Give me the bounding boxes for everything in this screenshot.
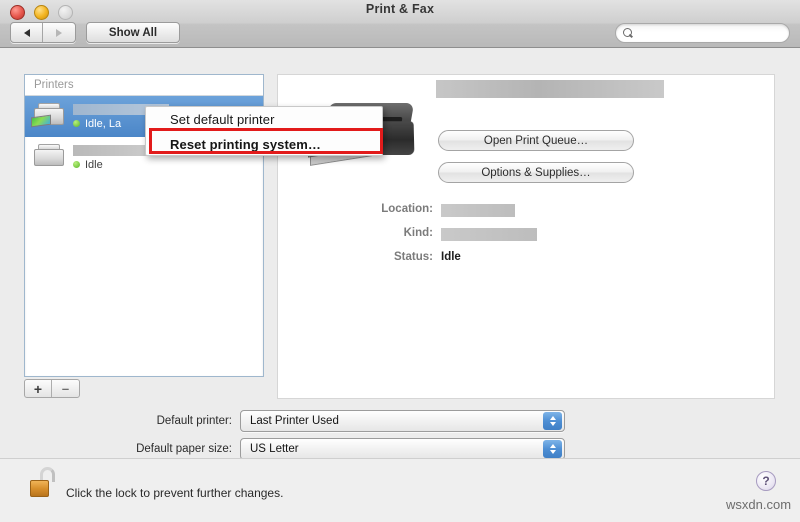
show-all-button[interactable]: Show All: [86, 22, 180, 43]
printer-list-header: Printers: [25, 75, 263, 96]
status-dot-icon: [73, 161, 80, 168]
default-printer-value: Last Printer Used: [250, 415, 339, 427]
default-printer-row: Default printer: Last Printer Used: [157, 410, 565, 432]
printer-status: Idle: [73, 159, 161, 171]
kind-value-redacted: [441, 228, 537, 241]
preferences-body: Printers Idle, La Idle + – Open Print Qu…: [0, 48, 800, 460]
options-and-supplies-button[interactable]: Options & Supplies…: [438, 162, 634, 183]
search-icon: [623, 27, 634, 39]
status-field-row: Status: Idle: [278, 251, 774, 267]
printer-name-redacted-detail: [436, 80, 664, 98]
status-value: Idle: [441, 251, 461, 263]
window-titlebar: Print & Fax Show All: [0, 0, 800, 48]
default-paper-size-row: Default paper size: US Letter: [136, 438, 565, 460]
open-print-queue-button[interactable]: Open Print Queue…: [438, 130, 634, 151]
forward-arrow-icon: [56, 28, 62, 37]
status-dot-icon: [73, 120, 80, 127]
window-title: Print & Fax: [365, 2, 435, 16]
printer-list-buttons: + –: [24, 379, 80, 398]
search-field[interactable]: [615, 23, 790, 43]
preferences-footer: Click the lock to prevent further change…: [0, 458, 800, 522]
help-button[interactable]: ?: [756, 471, 776, 491]
kind-label: Kind:: [403, 227, 433, 239]
default-paper-size-select[interactable]: US Letter: [240, 438, 565, 460]
add-printer-button[interactable]: +: [25, 380, 53, 397]
default-paper-size-value: US Letter: [250, 443, 299, 455]
menu-item-reset-printing-system[interactable]: Reset printing system…: [146, 132, 382, 157]
remove-printer-button[interactable]: –: [52, 380, 79, 397]
back-arrow-icon: [23, 28, 30, 37]
lock-hint-text: Click the lock to prevent further change…: [66, 486, 284, 500]
location-value-redacted: [441, 204, 515, 217]
print-and-fax-window: Print & Fax Show All Printers Idle, La I…: [0, 0, 800, 522]
navigation-segmented-control: [10, 22, 76, 43]
forward-button: [43, 23, 75, 42]
menu-item-set-default-printer[interactable]: Set default printer: [146, 107, 382, 132]
location-label: Location:: [381, 203, 433, 215]
printer-icon: [31, 143, 67, 173]
printer-context-menu[interactable]: Set default printer Reset printing syste…: [145, 106, 383, 156]
default-printer-select[interactable]: Last Printer Used: [240, 410, 565, 432]
location-field-row: Location:: [278, 203, 774, 219]
default-paper-size-label: Default paper size:: [136, 443, 232, 455]
stepper-arrows-icon[interactable]: [543, 412, 562, 430]
printer-icon: [31, 102, 67, 132]
kind-field-row: Kind:: [278, 227, 774, 243]
unlocked-padlock-icon[interactable]: [28, 467, 58, 499]
search-input[interactable]: [638, 27, 788, 39]
watermark: wsxdn.com: [726, 497, 792, 512]
back-button[interactable]: [11, 23, 44, 42]
status-label: Status:: [394, 251, 433, 263]
default-printer-label: Default printer:: [156, 415, 232, 427]
stepper-arrows-icon[interactable]: [543, 440, 562, 458]
